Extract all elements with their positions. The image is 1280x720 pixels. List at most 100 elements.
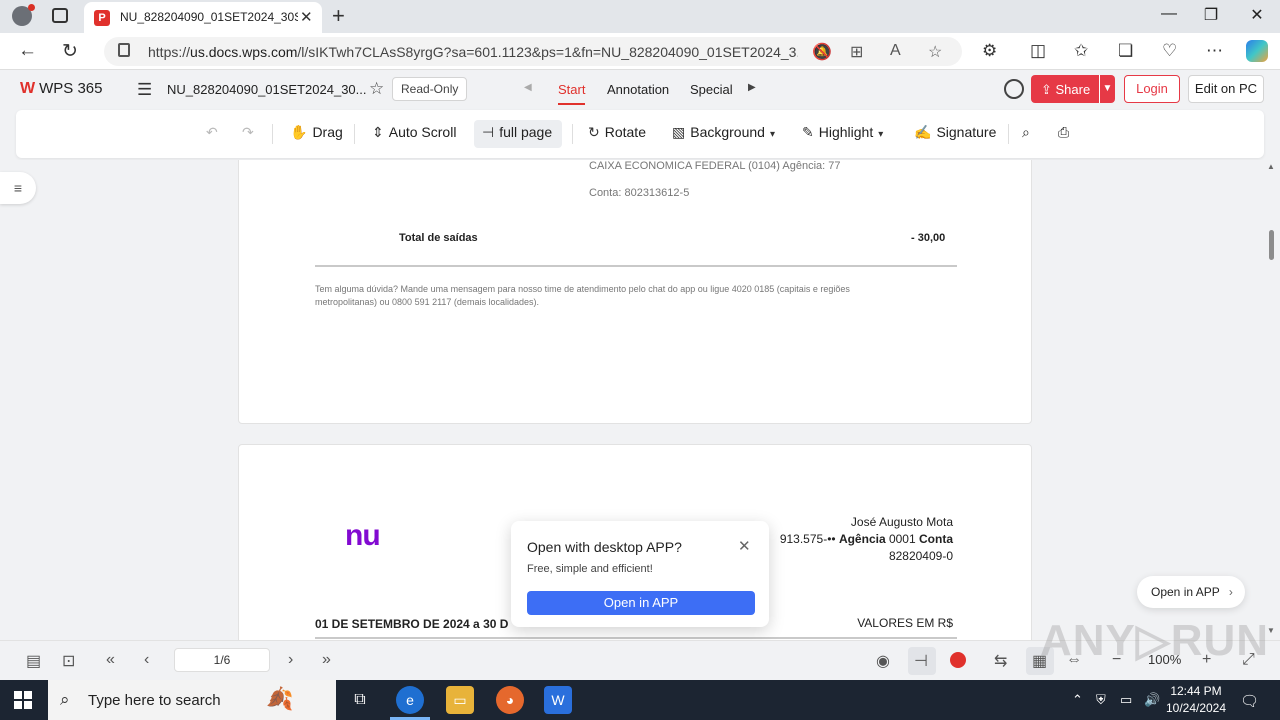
taskbar-search-placeholder: Type here to search (88, 692, 221, 709)
tab-actions-icon[interactable] (52, 8, 68, 23)
drag-tool-button[interactable]: ✋ Drag (290, 124, 343, 141)
hamburger-menu-icon[interactable]: ☰ (137, 80, 152, 100)
auto-scroll-button[interactable]: ⇕ Auto Scroll (372, 124, 456, 141)
document-viewer[interactable]: ≡ CAIXA ECONOMICA FEDERAL (0104) Agência… (0, 160, 1280, 640)
background-icon: ▧ (672, 124, 686, 140)
full-page-button[interactable]: ⊣ full page (482, 124, 552, 141)
new-tab-button[interactable]: + (332, 3, 345, 29)
taskbar-clock-date[interactable]: 10/24/2024 (1164, 701, 1228, 715)
edge-browser-icon[interactable]: e (396, 686, 424, 714)
full-page-icon: ⊣ (482, 124, 495, 140)
wps-writer-icon[interactable]: W (544, 686, 572, 714)
autumn-leaves-icon: 🍂 (266, 686, 294, 711)
back-arrow-icon[interactable]: ← (18, 40, 37, 62)
copilot-icon[interactable] (1246, 40, 1268, 62)
last-page-icon[interactable]: » (322, 651, 331, 669)
first-page-icon[interactable]: « (106, 651, 115, 669)
notification-dot (28, 4, 35, 11)
dialog-title: Open with desktop APP? (527, 539, 682, 555)
tray-volume-icon[interactable]: 🔊 (1144, 692, 1160, 708)
tabs-scroll-left-icon[interactable]: ◀ (524, 82, 532, 93)
scroll-up-arrow-icon[interactable]: ▲ (1267, 162, 1275, 171)
outline-panel-toggle-icon[interactable]: ≡ (0, 172, 36, 204)
app-available-icon[interactable]: ⊞ (850, 42, 863, 62)
browser-address-bar: ← ↻ https://us.docs.wps.com/l/sIKTwh7CLA… (0, 33, 1280, 70)
account-avatar-icon[interactable] (1004, 79, 1024, 99)
record-icon[interactable] (950, 652, 966, 668)
background-button[interactable]: ▧ Background ▾ (672, 124, 780, 141)
collections-icon[interactable]: ❏ (1118, 41, 1133, 61)
search-icon[interactable]: ⌕ (1022, 124, 1030, 141)
windows-start-icon[interactable] (14, 691, 32, 709)
tray-network-icon[interactable]: ▭ (1120, 692, 1132, 708)
total-outflows-value: - 30,00 (911, 232, 946, 244)
vertical-scrollbar[interactable]: ▲ ▼ (1266, 160, 1276, 640)
lock-icon[interactable] (118, 43, 130, 57)
read-aloud-icon[interactable]: A (890, 42, 901, 60)
url-text[interactable]: https://us.docs.wps.com/l/sIKTwh7CLAsS8y… (148, 44, 798, 60)
more-options-icon[interactable]: ⋯ (1206, 41, 1223, 61)
tray-chevron-up-icon[interactable]: ⌃ (1072, 692, 1083, 708)
browser-tab-active[interactable]: P NU_828204090_01SET2024_30SET2024 ✕ (84, 2, 322, 33)
page-number-input[interactable]: 1/6 (174, 648, 270, 672)
continuous-scroll-icon[interactable]: ⇆ (994, 651, 1007, 671)
tab-special[interactable]: Special (690, 82, 733, 97)
dialog-close-icon[interactable]: ✕ (738, 537, 751, 555)
split-screen-icon[interactable]: ◫ (1030, 41, 1046, 61)
document-name[interactable]: NU_828204090_01SET2024_30... (167, 82, 367, 97)
refresh-icon[interactable]: ↻ (62, 40, 78, 63)
tab-title: NU_828204090_01SET2024_30SET2024 (120, 10, 298, 24)
signature-button[interactable]: ✍ Signature (914, 124, 996, 141)
highlight-button[interactable]: ✎ Highlight ▾ (802, 124, 888, 141)
undo-icon[interactable]: ↶ (206, 124, 218, 141)
file-explorer-icon[interactable]: ▭ (446, 686, 474, 714)
previous-page-icon[interactable]: ‹ (144, 651, 149, 669)
login-button[interactable]: Login (1124, 75, 1180, 103)
edit-on-pc-button[interactable]: Edit on PC (1188, 75, 1264, 103)
open-in-app-floating-button[interactable]: Open in APP › (1137, 576, 1245, 608)
statement-period: 01 DE SETEMBRO DE 2024 a 30 D (315, 617, 509, 631)
share-button[interactable]: ⇪ Share ▼ (1031, 75, 1115, 103)
task-view-icon[interactable]: ⧉ (346, 686, 374, 714)
bookmark-panel-icon[interactable]: ⊡ (62, 651, 75, 671)
open-desktop-app-dialog: Open with desktop APP? Free, simple and … (511, 521, 769, 627)
eye-read-mode-icon[interactable]: ◉ (876, 651, 890, 671)
mute-icon[interactable]: 🔕 (812, 42, 832, 62)
thumbnails-icon[interactable]: ▤ (26, 651, 41, 671)
auto-scroll-icon: ⇕ (372, 124, 384, 140)
favorites-icon[interactable]: ✩ (1074, 41, 1088, 61)
taskbar-search-box[interactable]: ⌕ Type here to search 🍂 (48, 680, 336, 720)
notifications-icon[interactable]: 🗨 (1240, 692, 1259, 710)
window-minimize-button[interactable]: — (1146, 5, 1192, 23)
url-omnibox[interactable]: https://us.docs.wps.com/l/sIKTwh7CLAsS8y… (104, 37, 962, 66)
favorite-star-icon[interactable]: ☆ (928, 42, 942, 62)
taskbar-clock-time[interactable]: 12:44 PM (1164, 684, 1228, 698)
rotate-button[interactable]: ↻ Rotate (588, 124, 646, 141)
anyrun-watermark: ANY▷RUN (1040, 616, 1270, 665)
tab-annotation[interactable]: Annotation (607, 82, 669, 97)
share-label: ⇪ Share (1041, 82, 1091, 97)
dialog-open-in-app-button[interactable]: Open in APP (527, 591, 755, 615)
tray-network-security-icon[interactable]: ⛨ (1096, 692, 1106, 708)
wps-logo[interactable]: W WPS 365 (20, 80, 102, 98)
favorite-doc-star-icon[interactable]: ☆ (369, 79, 384, 99)
window-maximize-button[interactable]: ❐ (1188, 5, 1234, 25)
divider-line (315, 265, 957, 267)
extensions-icon[interactable]: ⚙ (982, 41, 997, 61)
browser-essentials-icon[interactable]: ♡ (1162, 41, 1177, 61)
full-page-mode-icon[interactable]: ⊣ (914, 651, 928, 671)
tab-close-icon[interactable]: ✕ (300, 8, 313, 26)
read-only-badge: Read-Only (392, 77, 468, 101)
window-close-button[interactable]: ✕ (1234, 5, 1280, 25)
next-page-icon[interactable]: › (288, 651, 293, 669)
firefox-icon[interactable]: ◕ (496, 686, 524, 714)
tabs-scroll-right-icon[interactable]: ▶ (748, 82, 756, 93)
background-chevron-down-icon: ▾ (769, 129, 775, 140)
windows-taskbar: ⌕ Type here to search 🍂 ⧉ e ▭ ◕ W ⌃ ⛨ ▭ … (0, 680, 1280, 720)
redo-icon[interactable]: ↷ (242, 124, 254, 141)
tab-start[interactable]: Start (558, 82, 586, 105)
account-number: 82820409-0 (888, 549, 953, 563)
share-dropdown-chevron-icon[interactable]: ▼ (1099, 75, 1115, 103)
scrollbar-thumb[interactable] (1269, 230, 1274, 260)
print-icon[interactable]: ⎙ (1058, 124, 1069, 141)
